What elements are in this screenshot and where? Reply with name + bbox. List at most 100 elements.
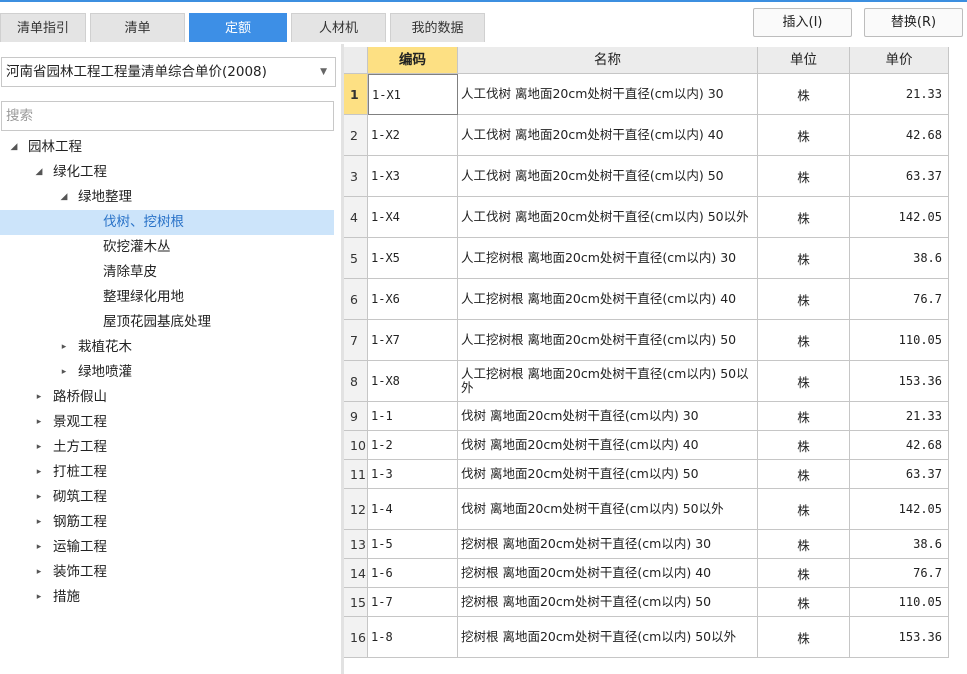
tree-node[interactable]: ▸ 路桥假山 xyxy=(0,385,334,410)
table-cell-code[interactable]: 1-X5 xyxy=(368,238,458,279)
table-cell-price[interactable]: 142.05 xyxy=(850,489,949,530)
table-cell-price[interactable]: 63.37 xyxy=(850,460,949,489)
table-cell-code[interactable]: 1-7 xyxy=(368,588,458,617)
table-cell-price[interactable]: 38.6 xyxy=(850,530,949,559)
table-cell-idx[interactable]: 1 xyxy=(344,74,368,115)
table-cell-unit[interactable]: 株 xyxy=(758,279,850,320)
table-cell-code[interactable]: 1-3 xyxy=(368,460,458,489)
tree-node[interactable]: ▸ 栽植花木 xyxy=(0,335,334,360)
tree-node[interactable]: ▸ 绿地喷灌 xyxy=(0,360,334,385)
table-cell-price[interactable]: 38.6 xyxy=(850,238,949,279)
table-cell-name[interactable]: 挖树根 离地面20cm处树干直径(cm以内) 40 xyxy=(458,559,758,588)
header-unit[interactable]: 单位 xyxy=(758,47,850,74)
table-cell-name[interactable]: 伐树 离地面20cm处树干直径(cm以内) 50以外 xyxy=(458,489,758,530)
table-cell-code[interactable]: 1-4 xyxy=(368,489,458,530)
table-cell-unit[interactable]: 株 xyxy=(758,156,850,197)
header-code[interactable]: 编码 xyxy=(368,47,458,74)
table-cell-idx[interactable]: 7 xyxy=(344,320,368,361)
collapsed-caret-icon[interactable]: ▸ xyxy=(33,435,45,460)
table-cell-unit[interactable]: 株 xyxy=(758,238,850,279)
tree-node[interactable]: ▸ 砌筑工程 xyxy=(0,485,334,510)
table-cell-unit[interactable]: 株 xyxy=(758,489,850,530)
tree-node[interactable]: ▸ 打桩工程 xyxy=(0,460,334,485)
table-cell-unit[interactable]: 株 xyxy=(758,460,850,489)
table-cell-name[interactable]: 人工伐树 离地面20cm处树干直径(cm以内) 50 xyxy=(458,156,758,197)
tree-node[interactable]: ◢ 绿化工程 xyxy=(0,160,334,185)
table-cell-name[interactable]: 人工挖树根 离地面20cm处树干直径(cm以内) 40 xyxy=(458,279,758,320)
collapsed-caret-icon[interactable]: ▸ xyxy=(33,510,45,535)
replace-button[interactable]: 替换(R) xyxy=(864,8,963,37)
tree-node[interactable]: 清除草皮 xyxy=(0,260,334,285)
tree-node[interactable]: 整理绿化用地 xyxy=(0,285,334,310)
table-cell-price[interactable]: 42.68 xyxy=(850,115,949,156)
collapsed-caret-icon[interactable]: ▸ xyxy=(33,410,45,435)
table-cell-code[interactable]: 1-X1 xyxy=(368,74,458,115)
table-cell-unit[interactable]: 株 xyxy=(758,588,850,617)
table-cell-idx[interactable]: 12 xyxy=(344,489,368,530)
library-select[interactable]: 河南省园林工程工程量清单综合单价(2008) ▼ xyxy=(1,57,336,87)
table-cell-price[interactable]: 110.05 xyxy=(850,320,949,361)
table-cell-code[interactable]: 1-5 xyxy=(368,530,458,559)
table-cell-unit[interactable]: 株 xyxy=(758,617,850,658)
tab-labor-material-machine[interactable]: 人材机 xyxy=(291,13,386,42)
table-cell-name[interactable]: 人工伐树 离地面20cm处树干直径(cm以内) 50以外 xyxy=(458,197,758,238)
table-cell-idx[interactable]: 11 xyxy=(344,460,368,489)
table-cell-price[interactable]: 63.37 xyxy=(850,156,949,197)
table-cell-idx[interactable]: 3 xyxy=(344,156,368,197)
table-cell-idx[interactable]: 6 xyxy=(344,279,368,320)
tree-node[interactable]: ▸ 钢筋工程 xyxy=(0,510,334,535)
table-cell-name[interactable]: 伐树 离地面20cm处树干直径(cm以内) 30 xyxy=(458,402,758,431)
tree-node[interactable]: ◢ 绿地整理 xyxy=(0,185,334,210)
collapsed-caret-icon[interactable]: ▸ xyxy=(58,335,70,360)
tree-node[interactable]: 伐树、挖树根 xyxy=(0,210,334,235)
table-cell-code[interactable]: 1-X3 xyxy=(368,156,458,197)
table-cell-unit[interactable]: 株 xyxy=(758,402,850,431)
table-cell-unit[interactable]: 株 xyxy=(758,320,850,361)
table-cell-code[interactable]: 1-2 xyxy=(368,431,458,460)
table-cell-name[interactable]: 人工伐树 离地面20cm处树干直径(cm以内) 40 xyxy=(458,115,758,156)
tree-node[interactable]: ▸ 装饰工程 xyxy=(0,560,334,585)
table-cell-code[interactable]: 1-X2 xyxy=(368,115,458,156)
table-cell-price[interactable]: 76.7 xyxy=(850,559,949,588)
collapsed-caret-icon[interactable]: ▸ xyxy=(58,360,70,385)
expanded-caret-icon[interactable]: ◢ xyxy=(58,185,70,210)
tree-node[interactable]: 屋顶花园基底处理 xyxy=(0,310,334,335)
collapsed-caret-icon[interactable]: ▸ xyxy=(33,460,45,485)
table-cell-idx[interactable]: 4 xyxy=(344,197,368,238)
table-cell-idx[interactable]: 15 xyxy=(344,588,368,617)
table-cell-unit[interactable]: 株 xyxy=(758,431,850,460)
table-cell-code[interactable]: 1-X7 xyxy=(368,320,458,361)
table-cell-name[interactable]: 人工挖树根 离地面20cm处树干直径(cm以内) 50以外 xyxy=(458,361,758,402)
table-cell-code[interactable]: 1-8 xyxy=(368,617,458,658)
table-cell-price[interactable]: 21.33 xyxy=(850,74,949,115)
header-name[interactable]: 名称 xyxy=(458,47,758,74)
table-cell-code[interactable]: 1-6 xyxy=(368,559,458,588)
table-cell-price[interactable]: 110.05 xyxy=(850,588,949,617)
table-cell-price[interactable]: 153.36 xyxy=(850,617,949,658)
table-cell-price[interactable]: 76.7 xyxy=(850,279,949,320)
table-cell-price[interactable]: 153.36 xyxy=(850,361,949,402)
table-cell-code[interactable]: 1-1 xyxy=(368,402,458,431)
table-cell-idx[interactable]: 8 xyxy=(344,361,368,402)
table-cell-unit[interactable]: 株 xyxy=(758,530,850,559)
collapsed-caret-icon[interactable]: ▸ xyxy=(33,535,45,560)
table-cell-unit[interactable]: 株 xyxy=(758,115,850,156)
search-input[interactable]: 搜索 xyxy=(1,101,334,131)
table-cell-code[interactable]: 1-X6 xyxy=(368,279,458,320)
table-cell-price[interactable]: 21.33 xyxy=(850,402,949,431)
table-cell-price[interactable]: 142.05 xyxy=(850,197,949,238)
tab-my-data[interactable]: 我的数据 xyxy=(390,13,485,42)
table-cell-unit[interactable]: 株 xyxy=(758,361,850,402)
tree-node[interactable]: ▸ 土方工程 xyxy=(0,435,334,460)
collapsed-caret-icon[interactable]: ▸ xyxy=(33,560,45,585)
header-price[interactable]: 单价 xyxy=(850,47,949,74)
table-cell-name[interactable]: 人工挖树根 离地面20cm处树干直径(cm以内) 30 xyxy=(458,238,758,279)
table-cell-name[interactable]: 伐树 离地面20cm处树干直径(cm以内) 40 xyxy=(458,431,758,460)
table-cell-name[interactable]: 挖树根 离地面20cm处树干直径(cm以内) 30 xyxy=(458,530,758,559)
table-cell-idx[interactable]: 16 xyxy=(344,617,368,658)
table-cell-price[interactable]: 42.68 xyxy=(850,431,949,460)
insert-button[interactable]: 插入(I) xyxy=(753,8,852,37)
table-cell-name[interactable]: 伐树 离地面20cm处树干直径(cm以内) 50 xyxy=(458,460,758,489)
tab-list[interactable]: 清单 xyxy=(90,13,185,42)
table-cell-idx[interactable]: 13 xyxy=(344,530,368,559)
